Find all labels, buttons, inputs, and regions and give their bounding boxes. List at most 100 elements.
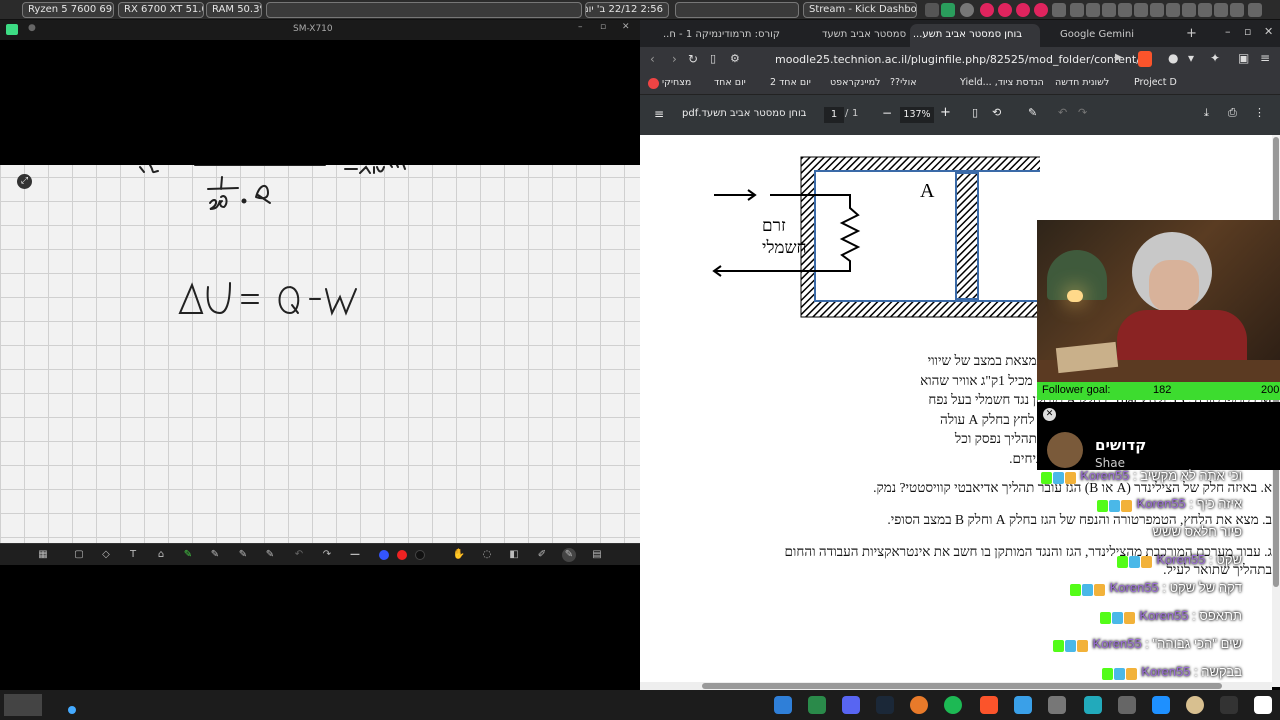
pdf-menu-icon[interactable]: ≡	[654, 107, 664, 121]
bookmark-item[interactable]: מצחיקי	[662, 77, 691, 88]
more-icon[interactable]: ⋮	[1254, 106, 1265, 119]
rotate-icon[interactable]: ⟲	[992, 106, 1001, 119]
bookmark-item[interactable]: לשונית חדשה	[1055, 77, 1109, 88]
more-icon[interactable]: ▤	[590, 548, 604, 562]
draw-icon[interactable]: ✎	[1028, 106, 1037, 119]
bookmark-icon[interactable]: ▯	[710, 52, 716, 65]
tab-course[interactable]: קורס: תרמודינמיקה 1 - ח...	[664, 24, 798, 47]
spotify-icon[interactable]	[944, 696, 962, 714]
zoom-in-icon[interactable]: +	[940, 105, 951, 120]
window-slot[interactable]	[675, 2, 799, 18]
bookmark-item[interactable]: Project D	[1134, 77, 1177, 88]
pin-icon[interactable]: ●	[28, 23, 36, 33]
terminal-icon[interactable]	[1220, 696, 1238, 714]
lasso-icon[interactable]: ⌂	[154, 548, 168, 562]
minimize-icon[interactable]: –	[578, 22, 583, 32]
app-icon[interactable]	[1186, 696, 1204, 714]
tray-icon[interactable]	[1166, 3, 1180, 17]
app-icon[interactable]	[910, 696, 928, 714]
brave-icon[interactable]	[980, 696, 998, 714]
url-field[interactable]: moodle25.technion.ac.il/pluginfile.php/8…	[775, 53, 1150, 66]
tray-icon[interactable]	[1086, 3, 1100, 17]
zoom-out-icon[interactable]: −	[882, 106, 892, 120]
pen-icon[interactable]: ✎	[236, 548, 250, 562]
discord-icon[interactable]	[842, 696, 860, 714]
redo-icon[interactable]: ↷	[320, 548, 334, 562]
app-icon[interactable]	[1048, 696, 1066, 714]
battery-icon[interactable]	[1134, 3, 1148, 17]
undo-icon[interactable]: ↶	[1058, 106, 1067, 119]
select-icon[interactable]: ◌	[480, 548, 494, 562]
brave-shield-icon[interactable]	[1138, 51, 1152, 67]
bookmark-item[interactable]: Yield... ,הנדסת ציוד	[960, 77, 1044, 88]
app-icon[interactable]	[1118, 696, 1136, 714]
eraser-icon[interactable]: ◧	[507, 548, 521, 562]
tab-gemini[interactable]: Google Gemini	[1040, 24, 1160, 47]
page-input[interactable]: 1	[824, 107, 844, 123]
tab-exam-active[interactable]: בוחן סמסטר אביב תשע...	[910, 24, 1040, 47]
close-icon[interactable]: ✕	[1043, 408, 1056, 421]
pen-icon[interactable]: ✎	[208, 548, 222, 562]
bookmark-item[interactable]: אולי??	[890, 77, 917, 88]
tray-icon[interactable]	[941, 3, 955, 17]
stroke-width-icon[interactable]: —	[348, 548, 362, 562]
new-tab-icon[interactable]: +	[1186, 26, 1197, 41]
record-icon[interactable]	[998, 3, 1012, 17]
marker-icon[interactable]: ✐	[535, 548, 549, 562]
active-pen-icon[interactable]: ✎	[562, 548, 576, 562]
start-icon[interactable]	[774, 696, 792, 714]
page-icon[interactable]: ▢	[72, 548, 86, 562]
download-icon[interactable]: ⤓	[1204, 106, 1209, 120]
steam-icon[interactable]	[876, 696, 894, 714]
redo-icon[interactable]: ↷	[1078, 106, 1087, 119]
color-black[interactable]	[415, 550, 425, 560]
app-icon[interactable]	[1014, 696, 1032, 714]
fit-page-icon[interactable]: ▯	[972, 106, 978, 119]
pencil-icon[interactable]: ✎	[263, 548, 277, 562]
grid-icon[interactable]: ▦	[36, 548, 50, 562]
app-icon[interactable]	[1084, 696, 1102, 714]
reload-icon[interactable]: ↻	[688, 52, 698, 66]
extension-icon[interactable]: ●	[1168, 51, 1178, 65]
app-icon[interactable]	[1254, 696, 1272, 714]
extensions-icon[interactable]: ✦	[1210, 51, 1220, 65]
minimize-icon[interactable]: –	[1225, 25, 1231, 38]
print-icon[interactable]: ⎙	[1228, 106, 1237, 120]
color-blue[interactable]	[379, 550, 389, 560]
record-icon[interactable]	[980, 3, 994, 17]
record-icon[interactable]	[1034, 3, 1048, 17]
forward-icon[interactable]: ›	[672, 52, 677, 66]
window-slot[interactable]	[266, 2, 582, 18]
tray-icon[interactable]	[1102, 3, 1116, 17]
close-icon[interactable]: ✕	[622, 22, 630, 32]
zoom-input[interactable]: 137%	[900, 107, 934, 123]
tray-icon[interactable]	[1198, 3, 1212, 17]
touch-icon[interactable]: ✋	[452, 548, 466, 562]
play-icon[interactable]: ▶	[1115, 52, 1123, 63]
task-thumbnail[interactable]	[4, 694, 42, 716]
sidebar-icon[interactable]: ▣	[1238, 51, 1249, 65]
bookmark-item[interactable]: יום אחד	[714, 77, 746, 88]
steam-icon[interactable]	[1052, 3, 1066, 17]
color-red[interactable]	[397, 550, 407, 560]
undo-icon[interactable]: ↶	[292, 548, 306, 562]
shapes-icon[interactable]: ◇	[99, 548, 113, 562]
volume-icon[interactable]	[1118, 3, 1132, 17]
back-icon[interactable]: ‹	[650, 52, 655, 66]
tray-icon[interactable]	[925, 3, 939, 17]
text-icon[interactable]: T	[126, 548, 140, 562]
site-info-icon[interactable]: ⚙	[730, 52, 740, 65]
bluetooth-icon[interactable]	[1150, 3, 1164, 17]
bookmark-item[interactable]: למיינקראפט	[830, 77, 880, 88]
wifi-icon[interactable]	[1214, 3, 1228, 17]
tray-icon[interactable]	[1182, 3, 1196, 17]
menu-icon[interactable]: ≡	[1260, 51, 1270, 65]
tray-icon[interactable]	[1070, 3, 1084, 17]
maximize-icon[interactable]: ▫	[600, 22, 606, 32]
store-icon[interactable]	[1152, 696, 1170, 714]
highlighter-icon[interactable]: ✎	[181, 548, 195, 562]
tray-icon[interactable]	[1230, 3, 1244, 17]
close-icon[interactable]: ✕	[1264, 25, 1273, 38]
extension-icon[interactable]: ▾	[1188, 51, 1194, 65]
tray-icon[interactable]	[960, 3, 974, 17]
